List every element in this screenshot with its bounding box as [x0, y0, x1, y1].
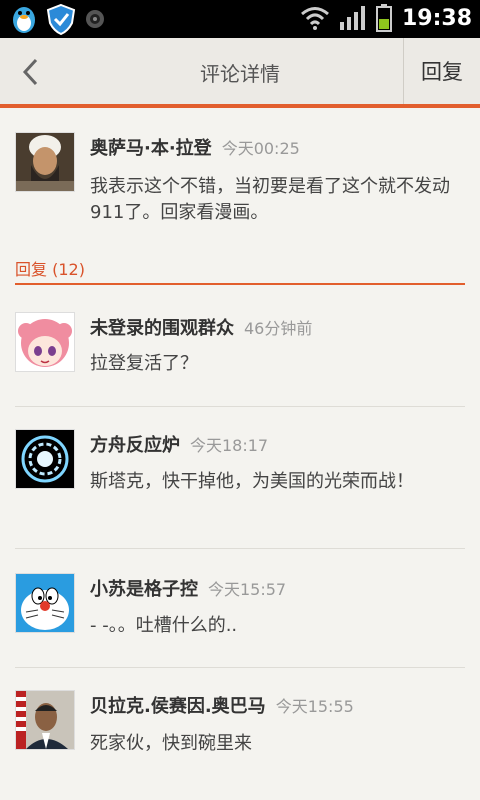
status-bar: 19:38 — [0, 0, 480, 38]
wifi-icon — [301, 7, 329, 30]
shield-icon — [46, 3, 76, 35]
comment-text: - -。。吐槽什么的.. — [90, 615, 238, 636]
author-label: 贝拉克.侯赛因.奥巴马 — [90, 696, 266, 717]
timestamp: 今天15:55 — [275, 697, 354, 716]
author-name: 奥萨马·本·拉登 今天00:25 — [90, 134, 300, 160]
comment-text: 死家伙，快到碗里来 — [90, 733, 252, 754]
notification-icons — [10, 3, 106, 35]
reply-item[interactable]: 未登录的围观群众 46分钟前 拉登复活了？ — [0, 296, 480, 406]
avatar[interactable] — [15, 573, 75, 633]
clock: 19:38 — [401, 5, 472, 31]
title-bar: 评论详情 回复 — [0, 38, 480, 108]
author-label: 方舟反应炉 — [90, 435, 180, 456]
author-name: 小苏是格子控 今天15:57 — [90, 575, 286, 601]
system-icons: 19:38 — [300, 4, 472, 32]
avatar[interactable] — [15, 429, 75, 489]
author-label: 奥萨马·本·拉登 — [90, 138, 212, 159]
replies-count-header: 回复 (12) — [15, 260, 85, 279]
comment-text: 我表示这个不错，当初要是看了这个就不发动911了。回家看漫画。 — [90, 176, 450, 223]
timestamp: 46分钟前 — [244, 319, 313, 338]
qq-penguin-icon — [13, 7, 35, 33]
author-name: 方舟反应炉 今天18:17 — [90, 431, 268, 457]
replies-divider — [15, 283, 465, 285]
comment-text: 斯塔克，快干掉他，为美国的光荣而战！ — [90, 471, 414, 492]
reply-item[interactable]: 小苏是格子控 今天15:57 - -。。吐槽什么的.. — [0, 549, 480, 667]
avatar[interactable] — [15, 312, 75, 372]
author-name: 贝拉克.侯赛因.奥巴马 今天15:55 — [90, 692, 354, 718]
reply-button[interactable]: 回复 — [403, 38, 480, 104]
reply-item[interactable]: 方舟反应炉 今天18:17 斯塔克，快干掉他，为美国的光荣而战！ — [0, 407, 480, 547]
battery-icon — [375, 4, 392, 32]
camera-icon — [86, 10, 104, 28]
author-label: 小苏是格子控 — [90, 579, 198, 600]
timestamp: 今天18:17 — [190, 436, 269, 455]
author-label: 未登录的围观群众 — [90, 318, 234, 339]
signal-icon — [339, 6, 365, 30]
avatar[interactable] — [15, 132, 75, 192]
author-name: 未登录的围观群众 46分钟前 — [90, 314, 312, 340]
avatar[interactable] — [15, 690, 75, 750]
timestamp: 今天15:57 — [208, 580, 287, 599]
timestamp: 今天00:25 — [221, 139, 300, 158]
comment-text: 拉登复活了？ — [90, 353, 198, 374]
reply-item[interactable]: 贝拉克.侯赛因.奥巴马 今天15:55 死家伙，快到碗里来 — [0, 668, 480, 800]
